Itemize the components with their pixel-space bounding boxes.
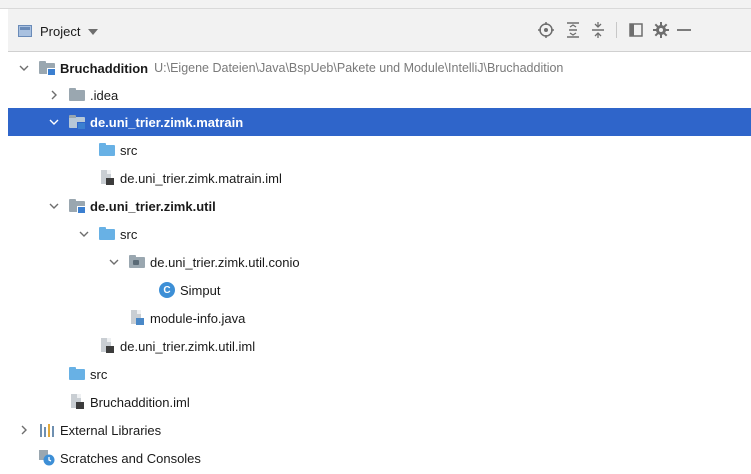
external-libraries-label: External Libraries — [60, 422, 162, 438]
hide-icon[interactable] — [676, 20, 692, 40]
expand-all-icon[interactable] — [563, 20, 583, 40]
package-icon — [129, 254, 145, 270]
locate-icon[interactable] — [536, 20, 556, 40]
scratches-icon — [39, 450, 55, 466]
util-src-label: src — [120, 226, 138, 242]
tree-row-external-libraries[interactable]: External Libraries — [8, 416, 751, 444]
layout-icon[interactable] — [626, 20, 646, 40]
tree-row-util-iml[interactable]: de.uni_trier.zimk.util.iml — [8, 332, 751, 360]
collapse-all-icon[interactable] — [588, 20, 608, 40]
tree-row-root-src[interactable]: src — [8, 360, 751, 388]
chevron-down-icon[interactable] — [109, 257, 119, 267]
tree-row-module-matrain[interactable]: de.uni_trier.zimk.matrain — [8, 108, 751, 136]
chevron-down-icon[interactable] — [49, 201, 59, 211]
project-view-selector[interactable]: Project — [18, 22, 99, 40]
chevron-right-icon[interactable] — [19, 425, 29, 435]
chevron-down-icon[interactable] — [79, 229, 89, 239]
class-simput-label: Simput — [180, 282, 221, 298]
toolbar-separator — [616, 22, 617, 38]
scratches-label: Scratches and Consoles — [60, 450, 201, 466]
library-icon — [39, 422, 55, 438]
chevron-right-icon[interactable] — [49, 90, 59, 100]
iml-file-icon — [69, 394, 85, 410]
module-folder-icon — [69, 114, 86, 130]
gear-icon[interactable] — [651, 20, 671, 40]
java-file-icon — [129, 310, 145, 326]
source-folder-icon — [69, 366, 85, 382]
tree-row-module-util[interactable]: de.uni_trier.zimk.util — [8, 192, 751, 220]
module-folder-icon — [69, 198, 86, 214]
project-toolbar: Project — [8, 9, 751, 52]
matrain-src-label: src — [120, 142, 138, 158]
root-project-path: U:\Eigene Dateien\Java\BspUeb\Pakete und… — [154, 61, 564, 75]
tree-row-class-simput[interactable]: C Simput — [8, 276, 751, 304]
tree-row-idea[interactable]: .idea — [8, 81, 751, 109]
tree-row-root-iml[interactable]: Bruchaddition.iml — [8, 388, 751, 416]
project-view-icon — [18, 25, 32, 37]
tree-row-matrain-src[interactable]: src — [8, 136, 751, 164]
chevron-down-icon — [88, 29, 99, 35]
root-src-label: src — [90, 366, 108, 382]
tree-row-util-src[interactable]: src — [8, 220, 751, 248]
chevron-down-icon[interactable] — [19, 63, 29, 73]
package-conio-label: de.uni_trier.zimk.util.conio — [150, 254, 300, 270]
window-frame-top — [0, 0, 751, 9]
module-matrain-label: de.uni_trier.zimk.matrain — [90, 114, 244, 130]
root-project-name: Bruchaddition — [60, 60, 149, 76]
project-tree: Bruchaddition U:\Eigene Dateien\Java\Bsp… — [8, 52, 751, 474]
source-folder-icon — [99, 226, 115, 242]
iml-file-icon — [99, 338, 115, 354]
module-util-label: de.uni_trier.zimk.util — [90, 198, 216, 214]
tree-row-root[interactable]: Bruchaddition U:\Eigene Dateien\Java\Bsp… — [8, 54, 751, 82]
matrain-iml-label: de.uni_trier.zimk.matrain.iml — [120, 170, 282, 186]
project-view-label: Project — [40, 23, 81, 39]
util-iml-label: de.uni_trier.zimk.util.iml — [120, 338, 256, 354]
tree-row-scratches[interactable]: Scratches and Consoles — [8, 444, 751, 472]
root-iml-label: Bruchaddition.iml — [90, 394, 190, 410]
class-icon: C — [159, 282, 175, 298]
tree-row-module-info[interactable]: module-info.java — [8, 304, 751, 332]
module-info-label: module-info.java — [150, 310, 246, 326]
idea-folder-label: .idea — [90, 87, 119, 103]
tree-row-matrain-iml[interactable]: de.uni_trier.zimk.matrain.iml — [8, 164, 751, 192]
folder-icon — [69, 87, 85, 103]
source-folder-icon — [99, 142, 115, 158]
module-folder-icon — [39, 60, 56, 76]
tree-row-package-conio[interactable]: de.uni_trier.zimk.util.conio — [8, 248, 751, 276]
iml-file-icon — [99, 170, 115, 186]
chevron-down-icon[interactable] — [49, 117, 59, 127]
